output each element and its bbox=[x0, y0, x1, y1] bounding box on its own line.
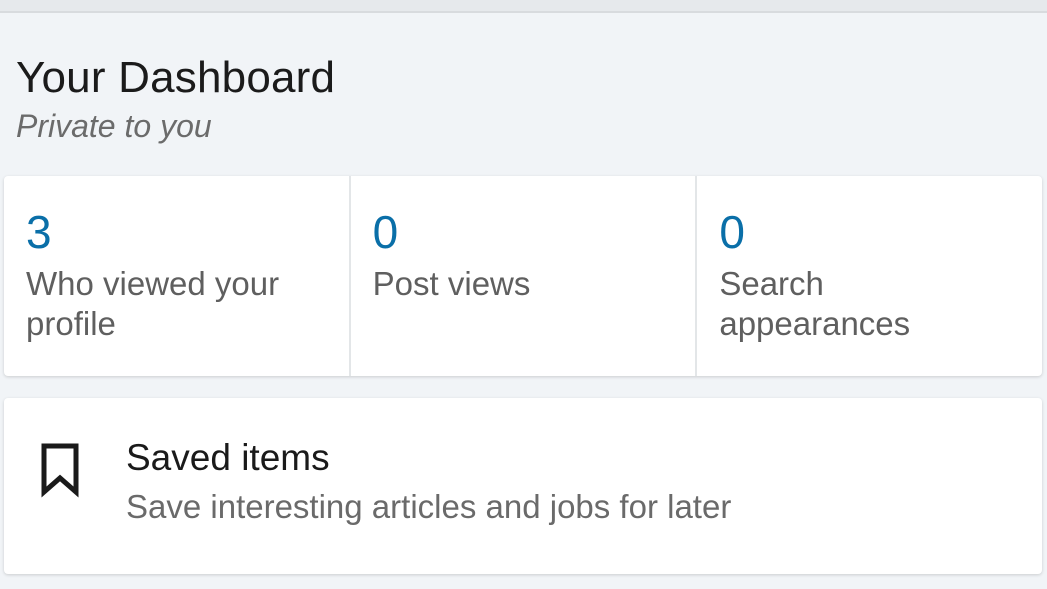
stat-post-views[interactable]: 0 Post views bbox=[348, 176, 696, 376]
dashboard-header: Your Dashboard Private to you bbox=[16, 52, 335, 146]
stat-profile-views[interactable]: 3 Who viewed your profile bbox=[4, 176, 349, 376]
saved-items-title: Saved items bbox=[126, 437, 330, 478]
stat-value: 0 bbox=[372, 206, 399, 258]
stats-card: 3 Who viewed your profile 0 Post views 0… bbox=[4, 176, 1042, 376]
saved-items-description: Save interesting articles and jobs for l… bbox=[126, 488, 732, 525]
stat-label: Post views bbox=[372, 265, 531, 302]
bookmark-icon bbox=[38, 442, 82, 498]
top-divider bbox=[0, 0, 1047, 13]
stat-search-appearances[interactable]: 0 Search appearances bbox=[695, 176, 1042, 376]
saved-items-card[interactable] bbox=[4, 398, 1042, 574]
stat-label: Search appearances bbox=[719, 265, 911, 342]
stat-value: 0 bbox=[719, 206, 745, 258]
stat-value: 3 bbox=[26, 206, 52, 258]
stat-label: Who viewed your profile bbox=[26, 265, 280, 342]
dashboard-title: Your Dashboard bbox=[16, 53, 336, 102]
dashboard-subtitle: Private to you bbox=[16, 108, 212, 144]
